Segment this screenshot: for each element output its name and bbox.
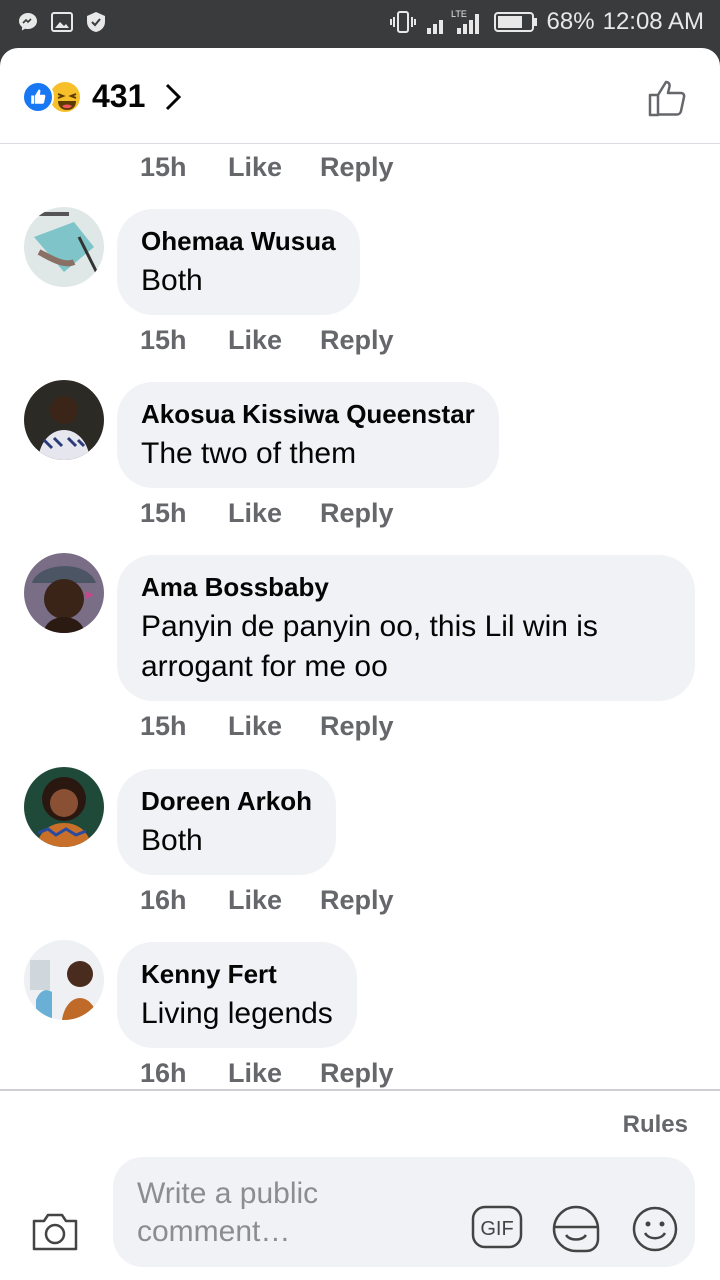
like-link[interactable]: Like [228, 498, 320, 529]
comment-text: Living legends [141, 997, 333, 1030]
commenter-name[interactable]: Ohemaa Wusua [141, 225, 336, 257]
comment-text: Both [141, 824, 203, 857]
comment-bubble[interactable]: Ohemaa Wusua Both [117, 209, 360, 315]
comment-time: 15h [140, 498, 187, 528]
signal-icon: LTE [426, 9, 479, 34]
like-link[interactable]: Like [228, 1058, 320, 1089]
avatar[interactable] [24, 767, 104, 847]
comment-bubble[interactable]: Ama Bossbaby Panyin de panyin oo, this L… [117, 555, 695, 701]
vibrate-icon [389, 11, 416, 33]
commenter-name[interactable]: Akosua Kissiwa Queenstar [141, 398, 475, 430]
reactions-summary[interactable]: 431 [22, 78, 183, 115]
avatar[interactable] [24, 380, 104, 460]
like-post-button[interactable] [646, 76, 690, 120]
gallery-icon [51, 12, 73, 32]
comments-sheet: 431 15h Like Reply Ohemaa Wusua Both 15h… [0, 48, 720, 1280]
rules-link[interactable]: Rules [623, 1111, 688, 1139]
comment-bubble[interactable]: Akosua Kissiwa Queenstar The two of them [117, 382, 499, 488]
comment-text: Panyin de panyin oo, this Lil win is arr… [141, 610, 598, 683]
comment-list: 15h Like Reply Ohemaa Wusua Both 15h Lik… [0, 144, 720, 1089]
status-bar: LTE 68% 12:08 AM [0, 0, 720, 48]
comment-actions: 15h Like Reply [140, 152, 394, 183]
reactions-header: 431 [0, 48, 720, 144]
comment-composer: Rules Write a public comment… GIF [0, 1089, 720, 1280]
status-right: LTE 68% 12:08 AM [389, 8, 704, 36]
emoji-icon[interactable] [631, 1205, 679, 1253]
comment-bubble[interactable]: Doreen Arkoh Both [117, 769, 336, 875]
sticker-icon[interactable] [550, 1203, 602, 1255]
comment-actions: 16h Like Reply [140, 1058, 394, 1089]
like-link[interactable]: Like [228, 885, 320, 916]
comment-time: 15h [140, 325, 187, 355]
comment-actions: 15h Like Reply [140, 711, 394, 742]
like-link[interactable]: Like [228, 711, 320, 742]
comment-time: 16h [140, 1058, 187, 1088]
chevron-right-icon[interactable] [163, 81, 183, 113]
reply-link[interactable]: Reply [320, 1058, 394, 1089]
comment-actions: 16h Like Reply [140, 885, 394, 916]
comment-text: Both [141, 264, 203, 297]
comment-time: 15h [140, 711, 187, 741]
reaction-count: 431 [92, 78, 146, 114]
commenter-name[interactable]: Kenny Fert [141, 958, 333, 990]
avatar[interactable] [24, 940, 104, 1020]
comment-time: 15h [140, 152, 187, 182]
reply-link[interactable]: Reply [320, 885, 394, 916]
camera-icon[interactable] [30, 1209, 80, 1253]
shield-icon [87, 12, 105, 32]
comment-text: The two of them [141, 437, 357, 470]
comment-actions: 15h Like Reply [140, 498, 394, 529]
comment-placeholder: Write a public comment… [137, 1177, 319, 1248]
commenter-name[interactable]: Ama Bossbaby [141, 571, 671, 603]
reply-link[interactable]: Reply [320, 711, 394, 742]
reply-link[interactable]: Reply [320, 152, 394, 183]
status-left-icons [16, 10, 108, 34]
battery-percent: 68% [546, 8, 595, 35]
reply-link[interactable]: Reply [320, 498, 394, 529]
battery-icon [493, 12, 537, 32]
svg-text:GIF: GIF [480, 1218, 513, 1240]
gif-icon[interactable]: GIF [471, 1205, 523, 1249]
comment-actions: 15h Like Reply [140, 325, 394, 356]
messenger-icon [19, 13, 37, 31]
reply-link[interactable]: Reply [320, 325, 394, 356]
avatar[interactable] [24, 207, 104, 287]
comment-bubble[interactable]: Kenny Fert Living legends [117, 942, 357, 1048]
like-link[interactable]: Like [228, 152, 320, 183]
commenter-name[interactable]: Doreen Arkoh [141, 785, 312, 817]
like-link[interactable]: Like [228, 325, 320, 356]
comment-time: 16h [140, 885, 187, 915]
network-label: LTE [451, 9, 467, 19]
avatar[interactable] [24, 553, 104, 633]
comment-input[interactable]: Write a public comment… GIF [113, 1157, 695, 1267]
like-reaction-icon [22, 80, 54, 113]
clock: 12:08 AM [602, 8, 704, 35]
